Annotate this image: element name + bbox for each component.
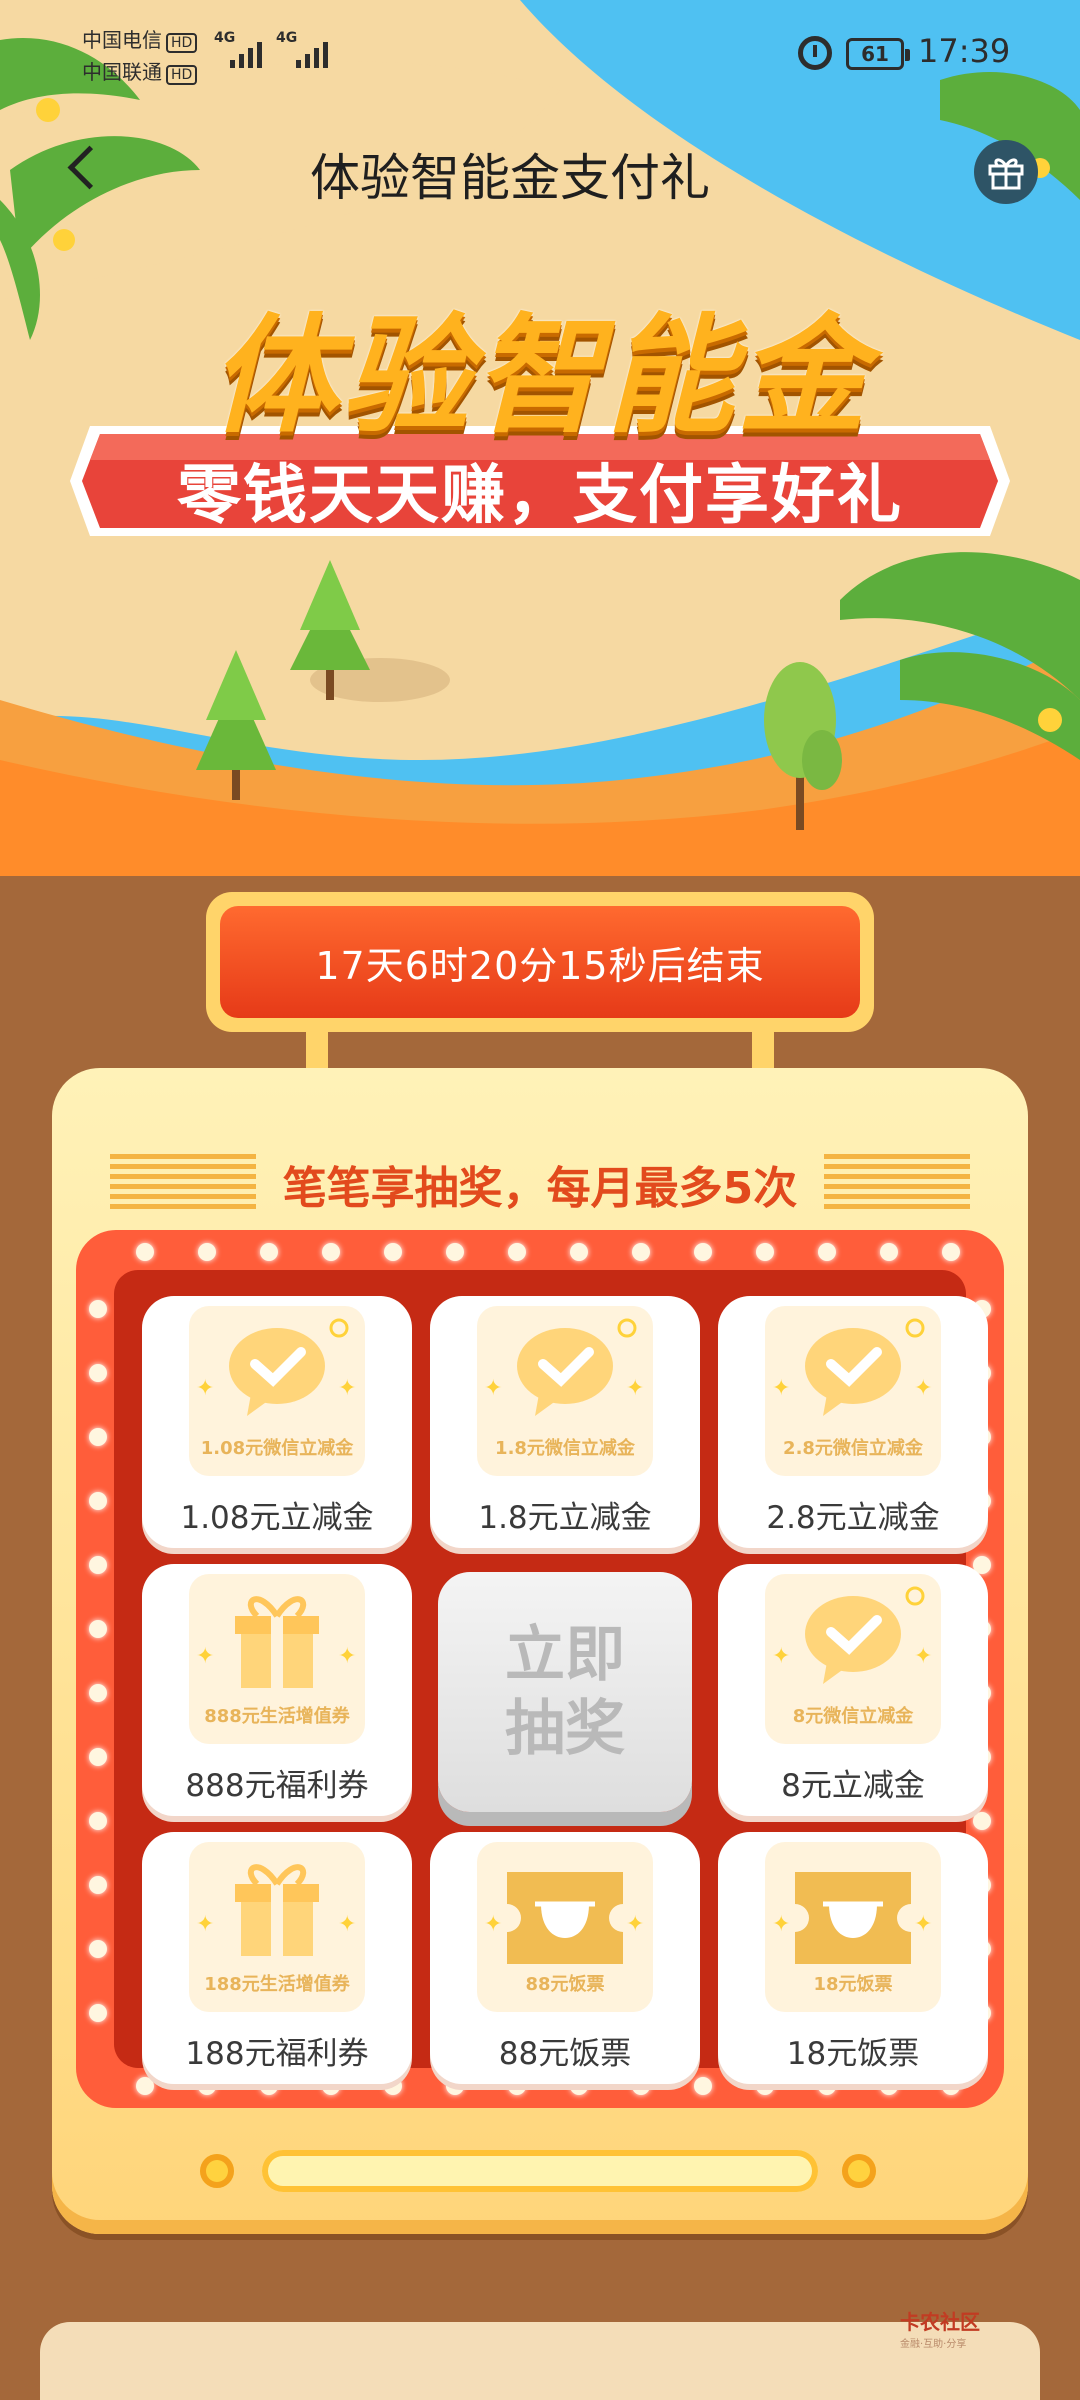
marquee-bulb bbox=[136, 1243, 154, 1261]
prize-cell: 8元微信立减金 ✦ ✦ 8元立减金 bbox=[718, 1564, 988, 1816]
marquee-bulb bbox=[89, 1428, 107, 1446]
marquee-bulb bbox=[694, 2077, 712, 2095]
draw-button-label: 立即 抽奖 bbox=[505, 1620, 625, 1764]
status-time: 17:39 bbox=[918, 32, 1011, 70]
signal-icon: 4G bbox=[276, 30, 328, 68]
prize-name: 2.8元立减金 bbox=[766, 1500, 940, 1536]
marquee-bulb bbox=[942, 1243, 960, 1261]
page-title: 体验智能金支付礼 bbox=[310, 149, 710, 207]
marquee-bulb bbox=[198, 1243, 216, 1261]
hero-banner: 中国电信 HD 中国联通 HD 4G 4G 61 17:39 体验智能金支付礼 体验… bbox=[0, 0, 1080, 876]
marquee-bulb bbox=[322, 1243, 340, 1261]
prize-name: 1.8元立减金 bbox=[478, 1500, 652, 1536]
gift-button[interactable] bbox=[974, 140, 1038, 204]
marquee-bulb bbox=[446, 1243, 464, 1261]
marquee-bulb bbox=[89, 1684, 107, 1702]
marquee-bulb bbox=[260, 1243, 278, 1261]
marquee-bulb bbox=[880, 1243, 898, 1261]
prize-name: 88元饭票 bbox=[498, 2036, 632, 2072]
marquee-bulb bbox=[973, 1812, 991, 1830]
countdown-text: 17天6时20分15秒后结束 bbox=[220, 906, 860, 1018]
marquee-bulb bbox=[136, 2077, 154, 2095]
prize-cell: 188元生活增值券 ✦ ✦ 188元福利券 bbox=[142, 1832, 412, 2084]
marquee-bulb bbox=[89, 1876, 107, 1894]
slogan-row: 笔笔享抽奖，每月最多5次 bbox=[110, 1146, 970, 1218]
alarm-icon bbox=[798, 36, 832, 70]
marquee-bulb bbox=[89, 1940, 107, 1958]
draw-lottery-button[interactable]: 立即 抽奖 bbox=[438, 1572, 692, 1812]
gift-icon bbox=[988, 158, 1024, 190]
prize-cell: 18元饭票 ✦ ✦ 18元饭票 bbox=[718, 1832, 988, 2084]
marquee-bulb bbox=[632, 1243, 650, 1261]
lottery-board: 笔笔享抽奖，每月最多5次 1.08元微信立减金 ✦ ✦ 1.08元立减金 1.8元… bbox=[52, 1068, 1028, 2234]
banner-ribbon: 零钱天天赚，支付享好礼 bbox=[70, 426, 1010, 536]
marquee-bulb bbox=[508, 1243, 526, 1261]
carrier-unicom: 中国联通 HD bbox=[82, 56, 198, 85]
decor-knob bbox=[842, 2154, 876, 2188]
prize-grid: 1.08元微信立减金 ✦ ✦ 1.08元立减金 1.8元微信立减金 ✦ ✦ 1.8元… bbox=[114, 1270, 988, 2084]
banner-subtitle: 零钱天天赚，支付享好礼 bbox=[177, 459, 903, 533]
decor-knob bbox=[200, 2154, 234, 2188]
marquee-bulb bbox=[89, 1300, 107, 1318]
marquee-bulb bbox=[694, 1243, 712, 1261]
prize-cell: 2.8元微信立减金 ✦ ✦ 2.8元立减金 bbox=[718, 1296, 988, 1548]
prize-name: 1.08元立减金 bbox=[180, 1500, 374, 1536]
watermark-logo: 卡农社区 金融·互助·分享 bbox=[900, 2310, 980, 2350]
status-bar: 中国电信 HD 中国联通 HD 4G 4G 61 17:39 bbox=[0, 0, 1080, 100]
prize-name: 18元饭票 bbox=[786, 2036, 920, 2072]
countdown-timer: 17天6时20分15秒后结束 bbox=[206, 892, 874, 1032]
prize-cell: 888元生活增值券 ✦ ✦ 888元福利券 bbox=[142, 1564, 412, 1816]
marquee-bulb bbox=[89, 1812, 107, 1830]
prize-cell: 88元饭票 ✦ ✦ 88元饭票 bbox=[430, 1832, 700, 2084]
marquee-bulb bbox=[89, 1556, 107, 1574]
prize-name: 188元福利券 bbox=[185, 2036, 369, 2072]
marquee-bulb bbox=[818, 1243, 836, 1261]
prize-cell: 1.8元微信立减金 ✦ ✦ 1.8元立减金 bbox=[430, 1296, 700, 1548]
prize-name: 8元立减金 bbox=[781, 1768, 925, 1804]
marquee-bulb bbox=[384, 1243, 402, 1261]
prize-cell: 1.08元微信立减金 ✦ ✦ 1.08元立减金 bbox=[142, 1296, 412, 1548]
marquee-bulb bbox=[89, 1364, 107, 1382]
bottom-card bbox=[40, 2322, 1040, 2400]
marquee-bulb bbox=[570, 1243, 588, 1261]
marquee-bulb bbox=[756, 1243, 774, 1261]
prize-grid-frame: 1.08元微信立减金 ✦ ✦ 1.08元立减金 1.8元微信立减金 ✦ ✦ 1.8元… bbox=[76, 1230, 1004, 2108]
decor-light-bar bbox=[262, 2150, 818, 2192]
marquee-bulb bbox=[89, 1492, 107, 1510]
lottery-slogan: 笔笔享抽奖，每月最多5次 bbox=[282, 1163, 798, 1214]
signal-icon: 4G bbox=[214, 30, 262, 68]
battery-icon: 61 bbox=[846, 38, 910, 70]
prize-name: 888元福利券 bbox=[185, 1768, 369, 1804]
carrier-telecom: 中国电信 HD bbox=[82, 24, 198, 53]
marquee-bulb bbox=[89, 1748, 107, 1766]
marquee-bulb bbox=[89, 1620, 107, 1638]
marquee-bulb bbox=[89, 2004, 107, 2022]
